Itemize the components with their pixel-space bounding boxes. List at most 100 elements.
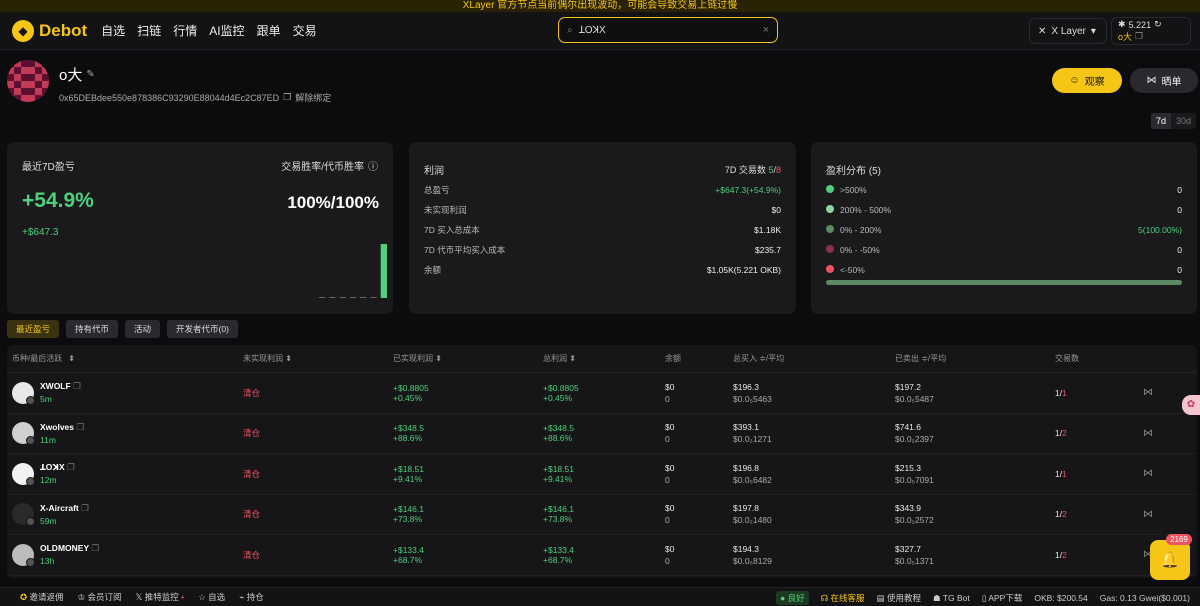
bought-usd: $196.8 xyxy=(733,462,759,473)
wallet-name: o大 xyxy=(1118,32,1133,42)
footer-positions[interactable]: ⌁ 持仓 xyxy=(239,591,264,603)
dist-value: 0 xyxy=(1177,185,1182,195)
share-icon[interactable]: ⋈ xyxy=(1143,428,1183,439)
token-age: 59m xyxy=(40,515,57,526)
pnl-usd: +$647.3 xyxy=(22,227,59,238)
connection-status: ● 良好 xyxy=(776,591,809,605)
trades-win: 1 xyxy=(1055,509,1060,520)
okb-price: OKB: $200.54 xyxy=(1034,593,1088,603)
profile-header: o大 ✎ 0x65DEBdee550e878386C93290E88044d4Ec… xyxy=(7,60,331,104)
copy-icon[interactable]: ❐ xyxy=(81,503,89,513)
footer-referral[interactable]: ✪ 邀请返佣 xyxy=(20,591,64,603)
token-age: 11m xyxy=(40,434,56,445)
profit-row-value: $1.05K(5.221 OKB) xyxy=(706,265,781,275)
share-icon[interactable]: ⋈ xyxy=(1143,468,1183,479)
chain-name: X Layer xyxy=(1051,25,1086,37)
info-icon[interactable]: ⓘ xyxy=(368,158,378,173)
x-icon: 𝕏 xyxy=(135,592,143,602)
col-bought[interactable]: 总买入 ≑/平均 xyxy=(733,353,895,364)
trades-win: 1 xyxy=(1055,428,1060,439)
realized-pct: +73.8% xyxy=(393,514,423,525)
pnl-percent: +54.9% xyxy=(22,189,94,212)
footer-app-download[interactable]: ▯ APP下载 xyxy=(982,592,1023,604)
profit-row-label: 总盈亏 xyxy=(424,185,450,195)
col-sold[interactable]: 已卖出 ≑/平均 xyxy=(895,353,1055,364)
table-row[interactable]: ꓕOꓘX ❐ 12m 清仓 +$18.51 +9.41% +$18.51 +9.41%… xyxy=(7,454,1197,495)
pnl-bar xyxy=(380,244,387,298)
footer-tutorial[interactable]: ▤ 使用教程 xyxy=(877,592,921,604)
watch-label: 观察 xyxy=(1084,77,1105,88)
footer-tg-bot[interactable]: ☗ TG Bot xyxy=(933,593,970,604)
table-row[interactable]: Xwolves ❐ 11m 清仓 +$348.5 +88.6% +$348.5 +88… xyxy=(7,414,1197,454)
copy-icon[interactable]: ❐ xyxy=(73,381,81,391)
nav-scan[interactable]: 扫链 xyxy=(137,22,161,39)
footer-twitter-label: 推特监控 xyxy=(144,592,179,602)
dist-value: 0 xyxy=(1177,265,1182,275)
copy-icon[interactable]: ❐ xyxy=(76,422,84,432)
footer-watchlist[interactable]: ☆ 自选 xyxy=(198,591,225,603)
period-toggle: 7d 30d xyxy=(1151,113,1197,129)
xlayer-icon: ✕ xyxy=(1038,25,1047,37)
period-7d[interactable]: 7d xyxy=(1151,113,1172,129)
table-row[interactable]: XWOLF ❐ 5m 清仓 +$0.8805 +0.45% +$0.8805 +0.4… xyxy=(7,373,1197,414)
total-usd: +$18.51 xyxy=(543,463,574,474)
refresh-icon[interactable]: ↻ xyxy=(1154,19,1162,30)
float-helper-icon[interactable]: ✿ xyxy=(1182,395,1200,415)
nav-copy-trade[interactable]: 跟单 xyxy=(257,22,281,39)
pnl-bar xyxy=(360,297,367,298)
col-total[interactable]: 总利润 ⬍ xyxy=(543,353,665,364)
trades-win: 5 xyxy=(768,164,774,175)
trades-win: 1 xyxy=(1055,387,1060,398)
edit-icon[interactable]: ✎ xyxy=(86,69,94,80)
period-30d[interactable]: 30d xyxy=(1171,113,1197,129)
tab-activity[interactable]: 活动 xyxy=(125,320,161,338)
total-pct: +0.45% xyxy=(543,392,573,403)
realized-usd: +$0.8805 xyxy=(393,382,429,393)
tab-holdings[interactable]: 持有代币 xyxy=(66,320,119,338)
footer-twitter-monitor[interactable]: 𝕏 推特监控 • xyxy=(136,591,185,603)
copy-icon[interactable]: ❐ xyxy=(1135,31,1143,42)
nav-market[interactable]: 行情 xyxy=(173,22,197,39)
tab-dev-tokens[interactable]: 开发者代币(0) xyxy=(167,320,238,338)
footer-support[interactable]: ☊ 在线客服 xyxy=(821,592,865,604)
notification-bell[interactable]: 🔔 xyxy=(1150,540,1190,580)
table-row[interactable]: OLDMONEY ❐ 13h 清仓 +$133.4 +68.7% +$133.4 +6… xyxy=(7,535,1197,576)
table-row[interactable]: X-Aircraft ❐ 59m 清仓 +$146.1 +73.8% +$146.1… xyxy=(7,495,1197,535)
copy-address-icon[interactable]: ❐ xyxy=(283,92,291,103)
sold-usd: $327.7 xyxy=(895,543,921,554)
share-button[interactable]: ⋈ 晒单 xyxy=(1130,68,1198,93)
dist-label: 0% - 200% xyxy=(840,225,882,235)
watch-button[interactable]: ☺ 观察 xyxy=(1052,68,1122,93)
unbind-link[interactable]: 解除绑定 xyxy=(295,91,331,104)
copy-icon[interactable]: ❐ xyxy=(91,543,99,553)
share-icon[interactable]: ⋈ xyxy=(1143,387,1183,398)
status-label: 良好 xyxy=(787,593,805,603)
token-age: 5m xyxy=(40,394,52,405)
col-unrealized[interactable]: 未实现利润 ⬍ xyxy=(243,353,393,364)
wallet-menu[interactable]: ✱ 5.221 ↻ o大 ❐ xyxy=(1111,17,1191,45)
search-box: ⌕ × xyxy=(558,17,778,43)
realized-pct: +88.6% xyxy=(393,433,423,444)
total-pct: +68.7% xyxy=(543,554,573,565)
nav-ai-monitor[interactable]: AI监控 xyxy=(209,22,244,39)
footer-membership[interactable]: ♔ 会员订阅 xyxy=(78,591,122,603)
copy-icon[interactable]: ❐ xyxy=(67,462,75,472)
clear-icon[interactable]: × xyxy=(763,24,769,36)
token-age: 13h xyxy=(40,556,55,567)
pnl-title: 最近7D盈亏 xyxy=(22,162,75,173)
nav-watchlist[interactable]: 自选 xyxy=(101,22,125,39)
tab-recent-pnl[interactable]: 最近盈亏 xyxy=(7,320,60,338)
col-realized[interactable]: 已实现利润 ⬍ xyxy=(393,353,543,364)
win-rate: 100%/100% xyxy=(287,193,379,212)
col-token[interactable]: 币种/最后活跃 ⬍ xyxy=(7,353,243,364)
chain-selector[interactable]: ✕ X Layer ▾ xyxy=(1029,18,1107,44)
profit-card: 利润 7D 交易数 5/8 总盈亏 +$647.3(+54.9%) 未实现利润 $0… xyxy=(409,142,796,314)
sold-usd: $197.2 xyxy=(895,381,921,392)
brand-logo[interactable]: ◆ Debot xyxy=(12,19,87,42)
total-usd: +$348.5 xyxy=(543,423,574,434)
user-icon: ☺ xyxy=(1069,75,1080,86)
nav-trade[interactable]: 交易 xyxy=(293,22,317,39)
share-icon[interactable]: ⋈ xyxy=(1143,509,1183,520)
star-icon: ☆ xyxy=(198,592,206,602)
search-input[interactable] xyxy=(578,24,757,36)
